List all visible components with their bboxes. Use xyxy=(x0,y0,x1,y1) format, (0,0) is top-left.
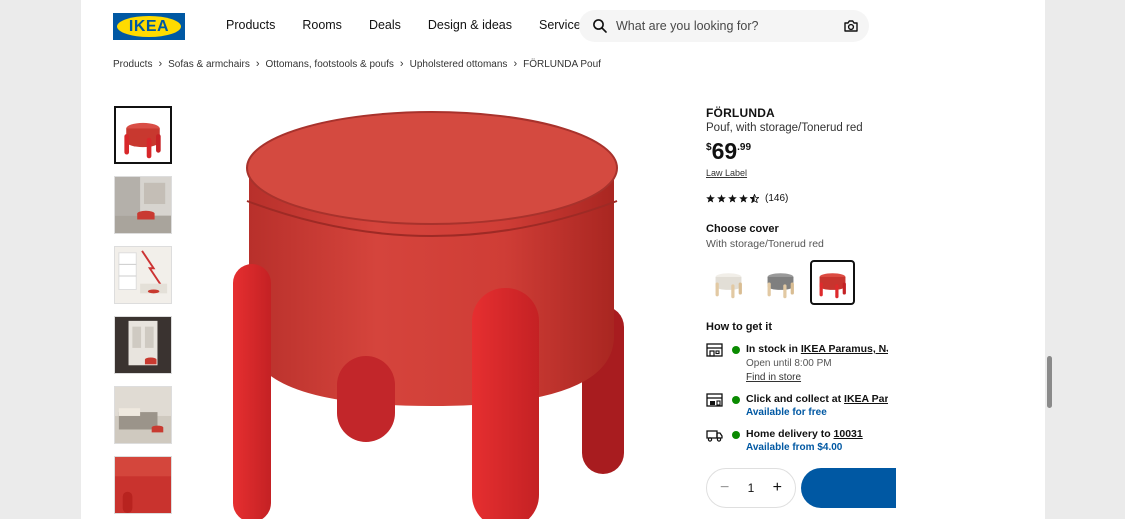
thumbnail-fabric-detail[interactable] xyxy=(114,456,172,514)
breadcrumb-ottomans[interactable]: Ottomans, footstools & poufs xyxy=(266,59,394,70)
decrease-quantity-button[interactable]: − xyxy=(720,479,729,497)
collect-available-dot xyxy=(732,396,740,404)
chevron-right-icon: › xyxy=(255,58,260,70)
quantity-value[interactable]: 1 xyxy=(748,481,755,495)
half-star-icon xyxy=(750,194,759,203)
chevron-right-icon: › xyxy=(513,58,518,70)
star-icon xyxy=(728,194,737,203)
purchase-actions: − 1 + xyxy=(706,468,896,508)
product-page: IKEA Products Rooms Deals Design & ideas… xyxy=(81,0,1045,519)
star-icon xyxy=(717,194,726,203)
delivery-truck-icon xyxy=(706,430,723,442)
product-description: Pouf, with storage/Tonerud red xyxy=(706,122,863,134)
choose-cover-title: Choose cover xyxy=(706,223,779,235)
collect-prefix: Click and collect at xyxy=(746,393,845,405)
click-collect-text: Click and collect at IKEA Paramus, NJ xyxy=(746,393,888,405)
click-collect-availability: Click and collect at IKEA Paramus, NJ Av… xyxy=(706,393,906,418)
product-rating[interactable]: (146) xyxy=(706,193,906,204)
swatch-white[interactable] xyxy=(706,260,751,305)
breadcrumb-current[interactable]: FÖRLUNDA Pouf xyxy=(523,59,601,70)
thumbnail-room-bedroom[interactable] xyxy=(114,386,172,444)
increase-quantity-button[interactable]: + xyxy=(773,479,782,497)
chevron-right-icon: › xyxy=(158,58,163,70)
store-hours: Open until 8:00 PM xyxy=(746,358,832,369)
main-nav: Products Rooms Deals Design & ideas Serv… xyxy=(226,18,614,32)
search-icon[interactable] xyxy=(592,18,608,34)
search-input[interactable] xyxy=(616,19,843,33)
store-availability: In stock in IKEA Paramus, NJ Open until … xyxy=(706,343,906,383)
delivery-available-dot xyxy=(732,431,740,439)
click-collect-icon xyxy=(706,393,723,407)
nav-design-ideas[interactable]: Design & ideas xyxy=(428,18,512,32)
product-info: FÖRLUNDA Pouf, with storage/Tonerud red … xyxy=(706,106,906,453)
breadcrumb-products[interactable]: Products xyxy=(113,59,152,70)
delivery-prefix: Home delivery to xyxy=(746,428,834,440)
review-count: (146) xyxy=(765,193,789,204)
chevron-right-icon: › xyxy=(399,58,404,70)
price-decimal: .99 xyxy=(737,142,752,153)
search-bar[interactable] xyxy=(579,10,869,42)
find-in-store-link[interactable]: Find in store xyxy=(746,372,906,383)
in-stock-dot xyxy=(732,346,740,354)
delivery-zip-link[interactable]: 10031 xyxy=(834,428,863,440)
breadcrumb-sofas-armchairs[interactable]: Sofas & armchairs xyxy=(168,59,250,70)
store-name-link[interactable]: IKEA Paramus, NJ xyxy=(801,343,888,355)
nav-deals[interactable]: Deals xyxy=(369,18,401,32)
logo-oval: IKEA xyxy=(117,16,181,37)
nav-rooms[interactable]: Rooms xyxy=(302,18,342,32)
breadcrumb: Products › Sofas & armchairs › Ottomans,… xyxy=(113,58,601,70)
breadcrumb-upholstered-ottomans[interactable]: Upholstered ottomans xyxy=(410,59,508,70)
delivery-status: Available from $4.00 xyxy=(746,442,843,453)
star-icon xyxy=(739,194,748,203)
collect-status: Available for free xyxy=(746,407,827,418)
law-label-link[interactable]: Law Label xyxy=(706,168,906,178)
quantity-stepper[interactable]: − 1 + xyxy=(706,468,796,508)
star-icon xyxy=(706,194,715,203)
page-scrollbar[interactable] xyxy=(1047,356,1052,408)
camera-icon[interactable] xyxy=(843,18,859,34)
ikea-logo[interactable]: IKEA xyxy=(113,13,185,40)
in-stock-prefix: In stock in xyxy=(746,343,801,355)
thumbnail-room-hallway[interactable] xyxy=(114,316,172,374)
thumbnail-room-grey[interactable] xyxy=(114,176,172,234)
how-to-get-it-title: How to get it xyxy=(706,321,772,333)
store-icon xyxy=(706,343,723,357)
thumbnail-list xyxy=(114,106,172,519)
add-to-bag-button[interactable] xyxy=(801,468,896,508)
in-stock-text: In stock in IKEA Paramus, NJ xyxy=(746,343,888,355)
selected-cover-label: With storage/Tonerud red xyxy=(706,238,824,250)
swatch-grey[interactable] xyxy=(758,260,803,305)
nav-products[interactable]: Products xyxy=(226,18,275,32)
thumbnail-pouf-front[interactable] xyxy=(114,106,172,164)
rating-stars xyxy=(706,194,759,203)
main-product-image[interactable] xyxy=(229,106,649,519)
collect-store-link[interactable]: IKEA Paramus, NJ xyxy=(844,393,888,405)
logo-text: IKEA xyxy=(128,17,170,35)
price-integer: 69 xyxy=(711,138,738,164)
delivery-availability: Home delivery to 10031 Available from $4… xyxy=(706,428,906,453)
swatch-red[interactable] xyxy=(810,260,855,305)
cover-swatches xyxy=(706,260,906,305)
delivery-text: Home delivery to 10031 xyxy=(746,428,888,440)
product-name: FÖRLUNDA xyxy=(706,106,775,120)
product-price: $ 69 .99 xyxy=(706,139,906,163)
thumbnail-room-shelves[interactable] xyxy=(114,246,172,304)
